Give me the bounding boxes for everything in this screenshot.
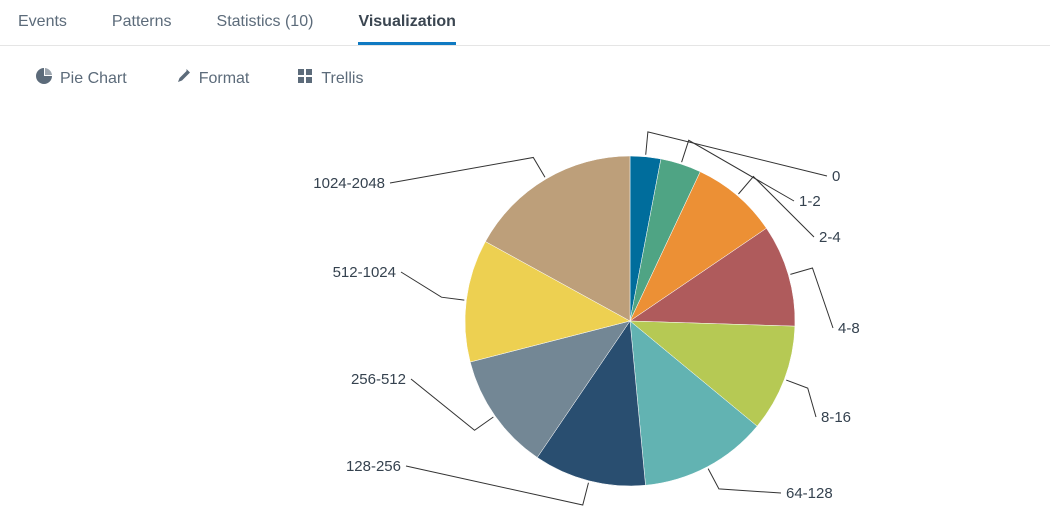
slice-label: 1-2 bbox=[799, 193, 821, 210]
slice-label: 512-1024 bbox=[333, 264, 396, 281]
slice-label: 8-16 bbox=[821, 409, 851, 426]
slice-label: 1024-2048 bbox=[313, 175, 385, 192]
toolbar: Pie Chart Format Trellis bbox=[0, 46, 1050, 111]
tab-patterns[interactable]: Patterns bbox=[112, 1, 172, 45]
format-button[interactable]: Format bbox=[175, 68, 250, 89]
trellis-label: Trellis bbox=[321, 70, 363, 88]
tab-statistics[interactable]: Statistics (10) bbox=[217, 1, 314, 45]
pie-chart bbox=[460, 151, 800, 491]
slice-label: 256-512 bbox=[351, 371, 406, 388]
leader-line bbox=[401, 272, 464, 300]
format-icon bbox=[175, 68, 191, 89]
trellis-button[interactable]: Trellis bbox=[297, 68, 363, 89]
tab-bar: Events Patterns Statistics (10) Visualiz… bbox=[0, 0, 1050, 46]
pie-chart-label: Pie Chart bbox=[60, 70, 127, 88]
slice-label: 128-256 bbox=[346, 458, 401, 475]
slice-label: 2-4 bbox=[819, 229, 841, 246]
slice-label: 64-128 bbox=[786, 485, 833, 502]
tab-events[interactable]: Events bbox=[18, 1, 67, 45]
pie-chart-icon bbox=[36, 68, 52, 89]
format-label: Format bbox=[199, 70, 250, 88]
chart-area: 0 1-2 2-4 4-8 8-16 64-128 128-256 256-512 512-10… bbox=[0, 111, 1050, 511]
pie-chart-selector[interactable]: Pie Chart bbox=[36, 68, 127, 89]
tab-visualization[interactable]: Visualization bbox=[358, 1, 456, 45]
slice-label: 4-8 bbox=[838, 320, 860, 337]
trellis-icon bbox=[297, 68, 313, 89]
slice-label: 0 bbox=[832, 168, 840, 185]
